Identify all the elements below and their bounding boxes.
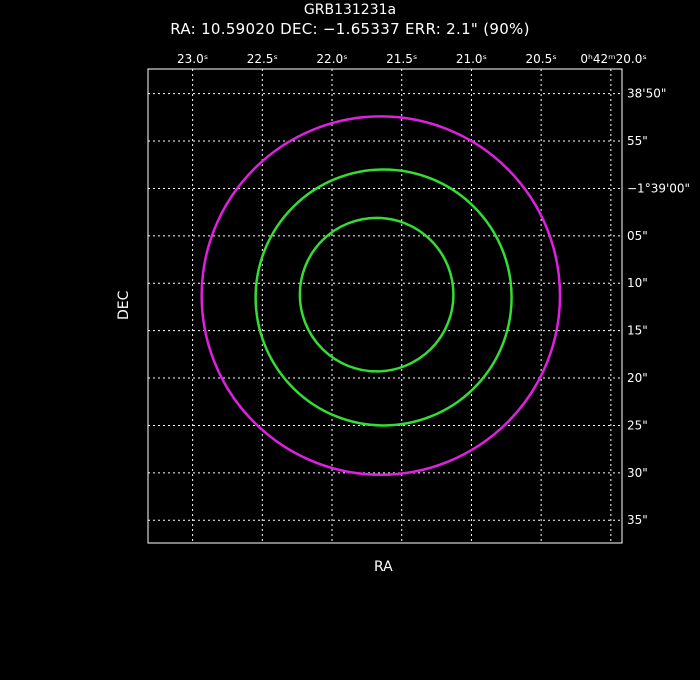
- y-tick-label: 55": [627, 134, 648, 148]
- y-tick-label: −1°39'00": [627, 181, 690, 195]
- x-tick-label: 0ʰ42ᵐ20.0ˢ: [580, 52, 646, 66]
- grid-lines: [148, 69, 622, 543]
- y-tick-label: 38'50": [627, 87, 666, 101]
- y-tick-label: 25": [627, 418, 648, 432]
- x-tick-label: 22.0ˢ: [316, 52, 347, 66]
- x-tick-label: 21.5ˢ: [386, 52, 417, 66]
- x-tick-label: 21.0ˢ: [456, 52, 487, 66]
- error-circles: [200, 115, 562, 476]
- y-tick-label: 15": [627, 324, 648, 338]
- y-tick-label: 10": [627, 276, 648, 290]
- x-axis-label: RA: [374, 559, 393, 575]
- y-tick-label: 20": [627, 371, 648, 385]
- dec-tick-labels: 38'50" 55" −1°39'00" 05" 10" 15" 20" 25" 30" 35": [627, 87, 690, 528]
- y-axis-label: DEC: [116, 290, 132, 320]
- plot-frame: [147, 68, 623, 544]
- y-tick-label: 30": [627, 466, 648, 480]
- error-circle: [298, 216, 455, 373]
- ra-tick-labels: 23.0ˢ 22.5ˢ 22.0ˢ 21.5ˢ 21.0ˢ 20.5ˢ 0ʰ42ᵐ20.0ˢ: [177, 52, 647, 66]
- y-tick-label: 05": [627, 229, 648, 243]
- x-tick-label: 23.0ˢ: [177, 52, 208, 66]
- x-tick-label: 22.5ˢ: [247, 52, 278, 66]
- finding-chart: 23.0ˢ 22.5ˢ 22.0ˢ 21.5ˢ 21.0ˢ 20.5ˢ 0ʰ42ᵐ20.0ˢ…: [147, 52, 690, 544]
- y-tick-label: 35": [627, 513, 648, 527]
- error-circle: [254, 168, 513, 427]
- x-tick-label: 20.5ˢ: [526, 52, 557, 66]
